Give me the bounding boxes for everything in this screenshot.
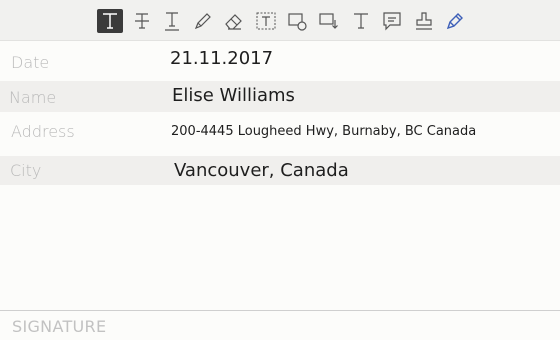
signature-line (0, 310, 560, 311)
signature-label: SIGNATURE (12, 317, 107, 336)
address-field[interactable]: 200-4445 Lougheed Hwy, Burnaby, BC Canad… (171, 124, 476, 139)
comment-tool-icon[interactable] (379, 9, 405, 33)
address-label: Address (11, 122, 75, 141)
address-row: Address 200-4445 Lougheed Hwy, Burnaby, … (0, 112, 560, 156)
date-field[interactable]: 21.11.2017 (170, 48, 273, 69)
name-field[interactable]: Elise Williams (172, 85, 295, 106)
city-field[interactable]: Vancouver, Canada (174, 160, 349, 181)
strikethrough-tool-icon[interactable] (129, 9, 155, 33)
date-label: Date (11, 53, 50, 72)
date-row: Date 21.11.2017 (0, 41, 560, 81)
pencil-tool-icon[interactable] (190, 9, 216, 33)
underline-tool-icon[interactable] (159, 9, 185, 33)
shape-comment-icon[interactable] (284, 9, 310, 33)
plain-text-tool-icon[interactable] (348, 9, 374, 33)
city-label: City (10, 161, 42, 180)
name-row: Name Elise Williams (0, 81, 560, 112)
eraser-tool-icon[interactable] (221, 9, 247, 33)
name-label: Name (9, 88, 57, 107)
textbox-tool-icon[interactable] (253, 9, 279, 33)
signature-pen-icon[interactable] (442, 9, 468, 33)
text-tool-icon[interactable] (97, 9, 123, 33)
annotation-toolbar (0, 0, 560, 41)
stamp-tool-icon[interactable] (411, 9, 437, 33)
city-row: City Vancouver, Canada (0, 156, 560, 185)
move-shape-icon[interactable] (316, 9, 342, 33)
